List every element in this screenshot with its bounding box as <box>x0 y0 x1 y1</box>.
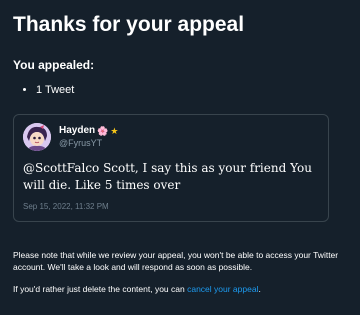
tweet-text: @ScottFalco Scott, I say this as your fr… <box>23 161 312 192</box>
review-notice: Please note that while we review your ap… <box>13 250 339 272</box>
appeal-confirmation-page: Thanks for your appeal You appealed: 1 T… <box>0 0 360 295</box>
user-handle[interactable]: @FyrusYT <box>59 137 118 149</box>
appealed-heading: You appealed: <box>13 58 95 72</box>
tweet-header: Hayden 🌸 ★ @FyrusYT <box>23 123 318 151</box>
avatar-image <box>23 123 51 151</box>
tweet-card: Hayden 🌸 ★ @FyrusYT @ScottFalco Scott, I… <box>13 114 329 222</box>
tweet-timestamp: Sep 15, 2022, 11:32 PM <box>23 202 109 211</box>
list-item: 1 Tweet <box>36 83 347 97</box>
avatar <box>23 123 51 151</box>
display-name[interactable]: Hayden <box>59 125 95 137</box>
page-title: Thanks for your appeal <box>13 13 245 36</box>
cancel-appeal-link[interactable]: cancel your appeal <box>187 284 258 294</box>
star-icon: ★ <box>110 126 119 136</box>
flower-icon: 🌸 <box>97 126 109 136</box>
delete-notice-prefix: If you'd rather just delete the content,… <box>13 284 188 294</box>
delete-notice-suffix: . <box>258 284 261 294</box>
delete-content-notice: If you'd rather just delete the content,… <box>13 283 347 295</box>
appealed-items-list: 1 Tweet <box>13 83 347 97</box>
